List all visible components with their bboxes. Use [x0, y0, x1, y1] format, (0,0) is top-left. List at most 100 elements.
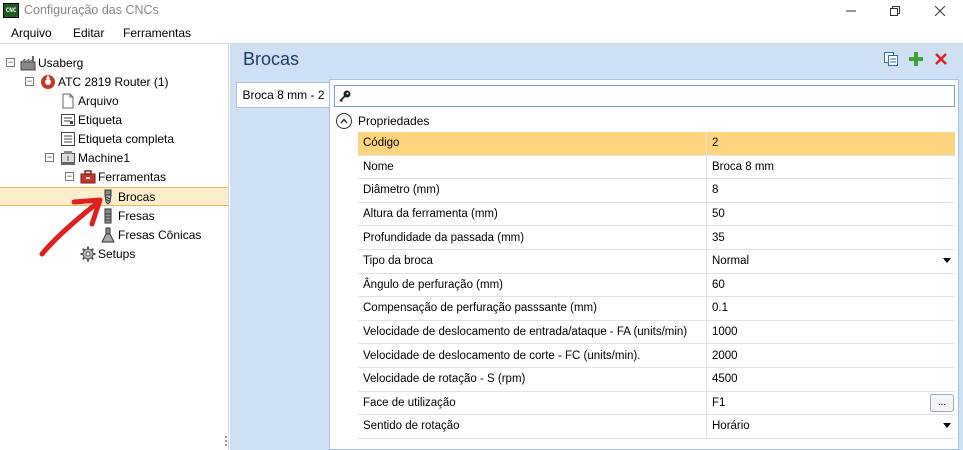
tree-node-brocas[interactable]: Brocas — [100, 187, 155, 206]
tree-label-etiqueta: Etiqueta — [78, 112, 123, 127]
add-icon — [909, 52, 923, 66]
property-row[interactable]: Nome Broca 8 mm — [358, 155, 955, 180]
property-value[interactable]: Broca 8 mm — [707, 156, 955, 179]
collapse-toggle-machine[interactable]: − — [45, 153, 54, 162]
property-row[interactable]: Velocidade de deslocamento de corte - FC… — [358, 344, 955, 368]
tree-label-arquivo: Arquivo — [78, 93, 119, 108]
title-bar: CNC Configuração das CNCs — [0, 0, 963, 22]
tree-label-fresas-conicas: Fresas Cônicas — [118, 227, 202, 242]
property-row[interactable]: Tipo da broca Normal — [358, 250, 955, 274]
splitter-grip-icon[interactable] — [224, 434, 229, 448]
property-value[interactable]: 2 — [707, 132, 955, 155]
property-row[interactable]: Diâmetro (mm) 8 — [358, 179, 955, 203]
tree-panel: − Usaberg − ATC 2819 Router (1) Arquivo … — [0, 43, 229, 450]
app-logo-icon: CNC — [3, 3, 19, 18]
close-button[interactable] — [918, 0, 962, 22]
property-value[interactable]: 50 — [707, 203, 955, 226]
minimize-button[interactable] — [829, 0, 873, 22]
close-icon — [935, 6, 945, 16]
property-dropdown[interactable]: Horário — [707, 415, 955, 438]
copy-button[interactable] — [883, 51, 899, 67]
property-name: Código — [358, 132, 707, 155]
property-dropdown[interactable]: Normal — [707, 250, 955, 273]
property-value-editor[interactable]: F1 ... — [707, 392, 955, 415]
property-row[interactable]: Ângulo de perfuração (mm) 60 — [358, 273, 955, 298]
property-row[interactable]: Sentido de rotação Horário — [358, 415, 955, 439]
tree-label-fresas: Fresas — [118, 208, 155, 223]
tree-node-machine[interactable]: Machine1 — [60, 148, 130, 167]
property-value[interactable]: 4500 — [707, 368, 955, 391]
property-row[interactable]: Código 2 — [358, 132, 955, 156]
property-name: Altura da ferramenta (mm) — [358, 202, 707, 226]
property-row[interactable]: Compensação de perfuração passsante (mm)… — [358, 297, 955, 321]
property-grid-container: Propriedades Código 2 Nome Broca 8 mm Di… — [329, 79, 959, 450]
property-value: Horário — [712, 420, 750, 433]
property-value: Normal — [712, 255, 750, 268]
tree-node-usaberg[interactable]: Usaberg — [20, 53, 83, 72]
property-row[interactable]: Profundidade da passada (mm) 35 — [358, 226, 955, 250]
minimize-icon — [846, 10, 856, 12]
collapse-toggle-router[interactable]: − — [25, 77, 34, 86]
tree-label-machine: Machine1 — [78, 150, 131, 165]
tree-label-brocas: Brocas — [118, 189, 156, 204]
panel-title: Brocas — [243, 49, 300, 69]
tree-node-etiqueta[interactable]: Etiqueta — [60, 110, 122, 129]
tree-node-ferramentas[interactable]: Ferramentas — [80, 167, 166, 186]
property-value[interactable]: 1000 — [707, 321, 955, 344]
tree-node-arquivo[interactable]: Arquivo — [60, 91, 119, 110]
delete-button[interactable] — [933, 51, 949, 67]
property-value: F1 — [712, 396, 726, 409]
dropdown-arrow-icon[interactable] — [943, 423, 951, 429]
copy-icon — [884, 52, 898, 66]
property-group-header[interactable]: Propriedades — [334, 110, 955, 132]
key-search-icon — [339, 90, 351, 102]
details-panel: Brocas Broca 8 mm - 2 Propriedades Códig… — [230, 43, 963, 450]
dropdown-arrow-icon[interactable] — [943, 258, 951, 263]
tree-node-router[interactable]: ATC 2819 Router (1) — [40, 72, 169, 91]
maximize-button[interactable] — [873, 0, 917, 22]
property-value[interactable]: 60 — [707, 274, 955, 297]
tab-broca-8mm[interactable]: Broca 8 mm - 2 — [236, 82, 330, 108]
property-name: Diâmetro (mm) — [358, 179, 707, 202]
collapse-toggle-ferramentas[interactable]: − — [65, 172, 74, 181]
tree-label-usaberg: Usaberg — [38, 55, 84, 70]
property-name: Ângulo de perfuração (mm) — [358, 273, 707, 297]
property-search-input[interactable] — [334, 85, 955, 107]
menu-arquivo[interactable]: Arquivo — [11, 26, 52, 40]
label-icon — [60, 112, 76, 128]
property-name: Velocidade de deslocamento de corte - FC… — [358, 344, 707, 367]
property-row[interactable]: Velocidade de deslocamento de entrada/at… — [358, 320, 955, 345]
toolbox-icon — [80, 169, 96, 185]
tree-node-fresas[interactable]: Fresas — [100, 206, 155, 225]
tab-strip: Broca 8 mm - 2 — [233, 79, 330, 450]
collapse-up-icon[interactable] — [336, 113, 352, 129]
ellipsis-button[interactable]: ... — [930, 393, 954, 412]
menu-ferramentas[interactable]: Ferramentas — [123, 26, 191, 40]
menu-editar[interactable]: Editar — [73, 26, 104, 40]
collapse-toggle-root[interactable]: − — [6, 58, 15, 67]
tree-label-router: ATC 2819 Router (1) — [58, 74, 169, 89]
property-name: Profundidade da passada (mm) — [358, 226, 707, 249]
property-value[interactable]: 0.1 — [707, 297, 955, 320]
menu-bar: Arquivo Editar Ferramentas — [0, 22, 963, 43]
tree-label-ferramentas: Ferramentas — [98, 169, 167, 184]
tree-node-fresas-conicas[interactable]: Fresas Cônicas — [100, 225, 201, 244]
red-arrow-annotation — [39, 197, 103, 257]
property-value[interactable]: 35 — [707, 226, 955, 249]
property-value[interactable]: 8 — [707, 179, 955, 202]
tree-node-etiqueta-completa[interactable]: Etiqueta completa — [60, 129, 174, 148]
tree-label-etiqueta-completa: Etiqueta completa — [78, 131, 175, 146]
property-name: Nome — [358, 155, 707, 179]
property-row[interactable]: Altura da ferramenta (mm) 50 — [358, 202, 955, 227]
delete-icon — [935, 53, 947, 65]
property-row[interactable]: Face de utilização F1 ... — [358, 391, 955, 416]
property-name: Velocidade de rotação - S (rpm) — [358, 368, 707, 391]
factory-icon — [20, 55, 36, 71]
maximize-icon — [890, 6, 900, 16]
property-row[interactable]: Velocidade de rotação - S (rpm) 4500 — [358, 368, 955, 392]
add-button[interactable] — [908, 51, 924, 67]
property-value[interactable]: 2000 — [707, 344, 955, 367]
full-label-icon — [60, 131, 76, 147]
file-icon — [60, 93, 76, 109]
property-name: Tipo da broca — [358, 250, 707, 273]
